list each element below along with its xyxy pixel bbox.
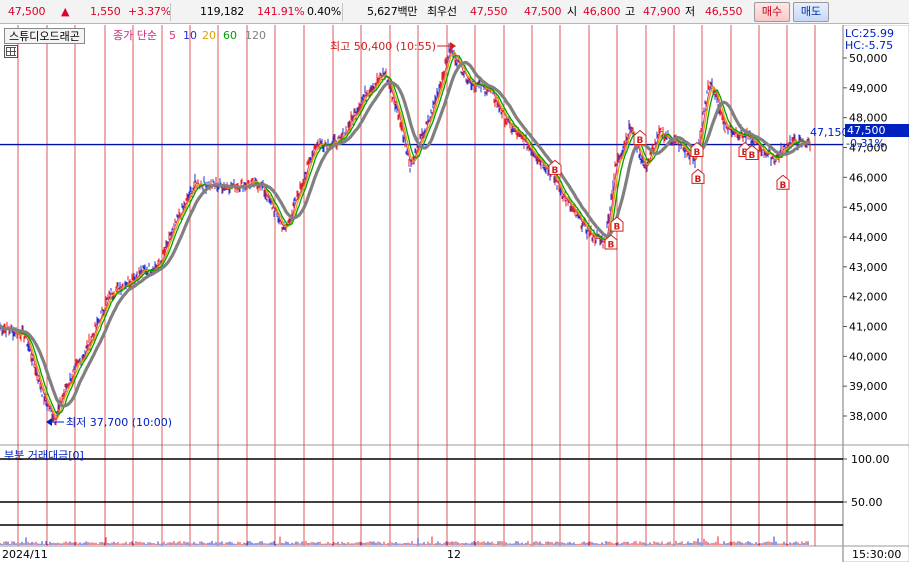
open-label: 시 [567, 5, 577, 18]
trade-volume: 119,182 [200, 5, 245, 18]
high-label: 고 [625, 5, 635, 18]
open-price: 46,800 [583, 5, 621, 18]
best-bid: 47,500 [524, 5, 562, 18]
price-change: 1,550 [90, 5, 121, 18]
high-annotation: 최고 50,400 (10:55) [330, 40, 436, 53]
low-price: 46,550 [705, 5, 743, 18]
current-change-tag: -0.31% [846, 137, 885, 150]
price-axis-label: 50,000 [849, 52, 888, 65]
price-axis-label: 41,000 [849, 321, 888, 334]
x-axis-time: 15:30:00 [852, 548, 902, 561]
buy-marker-label: B [608, 240, 615, 250]
volume-axis-label: 100.00 [851, 453, 890, 466]
stock-name-box[interactable]: 스튜디오드래곤 [4, 28, 85, 44]
last-price-annotation: 47,150 [810, 126, 849, 139]
table-icon[interactable] [4, 45, 18, 58]
price-axis-label: 43,000 [849, 261, 888, 274]
best-bid-label: 최우선 [427, 5, 457, 18]
up-arrow-icon: ▲ [61, 5, 70, 18]
buy-marker-label: B [637, 136, 644, 146]
price-axis-label: 49,000 [849, 82, 888, 95]
ma-legend-120: 120 [245, 29, 266, 42]
low-label: 저 [685, 5, 695, 18]
buy-marker-label: B [614, 223, 621, 233]
price-axis-label: 42,000 [849, 291, 888, 304]
turnover-ratio: 0.40% [307, 5, 341, 18]
price-change-pct: +3.37% [128, 5, 171, 18]
low-annotation: 최저 37,700 (10:00) [66, 416, 172, 429]
volume-panel-title: 부분 거래대금[0] [4, 449, 84, 462]
price-axis-label: 46,000 [849, 171, 888, 184]
quote-bar: 47,500 ▲ 1,550 +3.37% 119,182 141.91% 0.… [0, 0, 909, 24]
high-arrow-head [450, 42, 456, 50]
trade-amount: 5,627백만 [367, 5, 418, 18]
price-axis-label: 44,000 [849, 231, 888, 244]
volume-axis-label: 50.00 [851, 496, 883, 509]
price-axis-label: 48,000 [849, 112, 888, 125]
ma60-line [0, 54, 811, 415]
price-axis-label: 39,000 [849, 380, 888, 393]
buy-marker-label: B [695, 175, 702, 185]
buy-button[interactable]: 매수 [754, 2, 790, 22]
sell-button[interactable]: 매도 [793, 2, 829, 22]
hc-label: HC:-5.75 [845, 39, 894, 52]
price-axis-label: 38,000 [849, 410, 888, 423]
best-ask: 47,550 [470, 5, 508, 18]
buy-marker-label: B [749, 151, 756, 161]
ma-legend-5: 5 [169, 29, 176, 42]
current-price: 47,500 [8, 5, 46, 18]
buy-marker-label: B [552, 166, 559, 176]
buy-marker-label: B [694, 148, 701, 158]
price-axis-label: 45,000 [849, 201, 888, 214]
high-price: 47,900 [643, 5, 681, 18]
ma-legend-10: 10 [183, 29, 197, 42]
price-type-label: 종가 단순 [113, 29, 157, 42]
volume-ratio: 141.91% [257, 5, 305, 18]
price-chart[interactable]: 50,00049,00048,00047,00046,00045,00044,0… [0, 25, 909, 562]
buy-marker-label: B [780, 181, 787, 191]
current-price-tag: 47,500 [845, 124, 909, 137]
price-axis-label: 40,000 [849, 350, 888, 363]
ma120-line [0, 60, 811, 408]
x-axis-start-date: 2024/11 [2, 548, 48, 561]
x-axis-mid-date: 12 [447, 548, 461, 561]
ma-legend-20: 20 [202, 29, 216, 42]
ma-legend-60: 60 [223, 29, 237, 42]
